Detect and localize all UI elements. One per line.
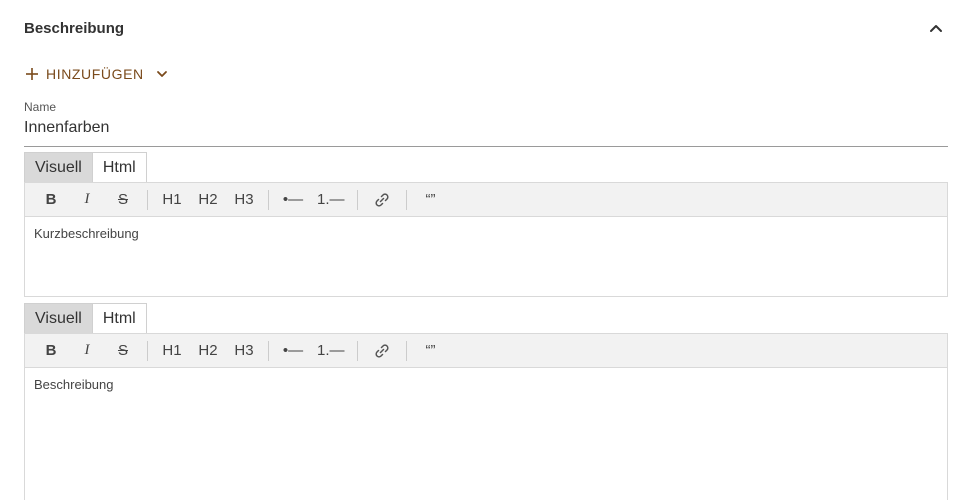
- strikethrough-button[interactable]: S: [105, 338, 141, 364]
- ordered-list-button[interactable]: 1.—: [311, 187, 351, 213]
- plus-icon: [24, 66, 40, 82]
- editor-toolbar: B I S H1 H2 H3 •— 1.— “”: [24, 333, 948, 368]
- editor-tabs: Visuell Html: [24, 152, 948, 182]
- section-header[interactable]: Beschreibung: [24, 14, 948, 42]
- blockquote-button[interactable]: “”: [413, 187, 449, 213]
- name-field-label: Name: [24, 100, 57, 114]
- link-icon[interactable]: [364, 338, 400, 364]
- name-input[interactable]: [24, 119, 948, 137]
- bold-button[interactable]: B: [33, 338, 69, 364]
- description-editor: Visuell Html B I S H1 H2 H3 •— 1.— “” Be…: [24, 303, 948, 500]
- toolbar-divider: [268, 340, 269, 361]
- name-field: Name: [24, 98, 948, 147]
- toolbar-divider: [356, 340, 358, 361]
- heading-3-button[interactable]: H3: [226, 338, 262, 364]
- short-description-editor: Visuell Html B I S H1 H2 H3 •— 1.— “” Ku…: [24, 152, 948, 297]
- bullet-list-button[interactable]: •—: [275, 187, 311, 213]
- toolbar-divider: [147, 340, 148, 361]
- toolbar-divider: [268, 189, 269, 210]
- add-button[interactable]: HINZUFÜGEN: [24, 61, 170, 87]
- editor-content[interactable]: Beschreibung: [24, 368, 948, 500]
- link-icon[interactable]: [364, 187, 400, 213]
- chevron-up-icon[interactable]: [924, 16, 948, 40]
- tab-visuell[interactable]: Visuell: [24, 152, 93, 182]
- editor-toolbar: B I S H1 H2 H3 •— 1.— “”: [24, 182, 948, 217]
- chevron-down-icon[interactable]: [154, 66, 170, 82]
- tab-html[interactable]: Html: [92, 303, 147, 333]
- heading-2-button[interactable]: H2: [190, 187, 226, 213]
- toolbar-divider: [405, 340, 407, 361]
- section-title: Beschreibung: [24, 19, 125, 37]
- ordered-list-button[interactable]: 1.—: [311, 338, 351, 364]
- toolbar-divider: [147, 189, 148, 210]
- editor-content[interactable]: Kurzbeschreibung: [24, 217, 948, 297]
- tab-visuell[interactable]: Visuell: [24, 303, 93, 333]
- blockquote-button[interactable]: “”: [413, 338, 449, 364]
- toolbar-divider: [356, 189, 358, 210]
- heading-3-button[interactable]: H3: [226, 187, 262, 213]
- italic-button[interactable]: I: [69, 338, 105, 364]
- tab-html[interactable]: Html: [92, 152, 147, 182]
- editor-tabs: Visuell Html: [24, 303, 948, 333]
- bullet-list-button[interactable]: •—: [275, 338, 311, 364]
- page: Beschreibung HINZUFÜGEN Name Visuell: [0, 0, 972, 500]
- heading-1-button[interactable]: H1: [154, 187, 190, 213]
- heading-1-button[interactable]: H1: [154, 338, 190, 364]
- toolbar-divider: [405, 189, 407, 210]
- heading-2-button[interactable]: H2: [190, 338, 226, 364]
- bold-button[interactable]: B: [33, 187, 69, 213]
- add-button-label: HINZUFÜGEN: [46, 66, 144, 82]
- strikethrough-button[interactable]: S: [105, 187, 141, 213]
- italic-button[interactable]: I: [69, 187, 105, 213]
